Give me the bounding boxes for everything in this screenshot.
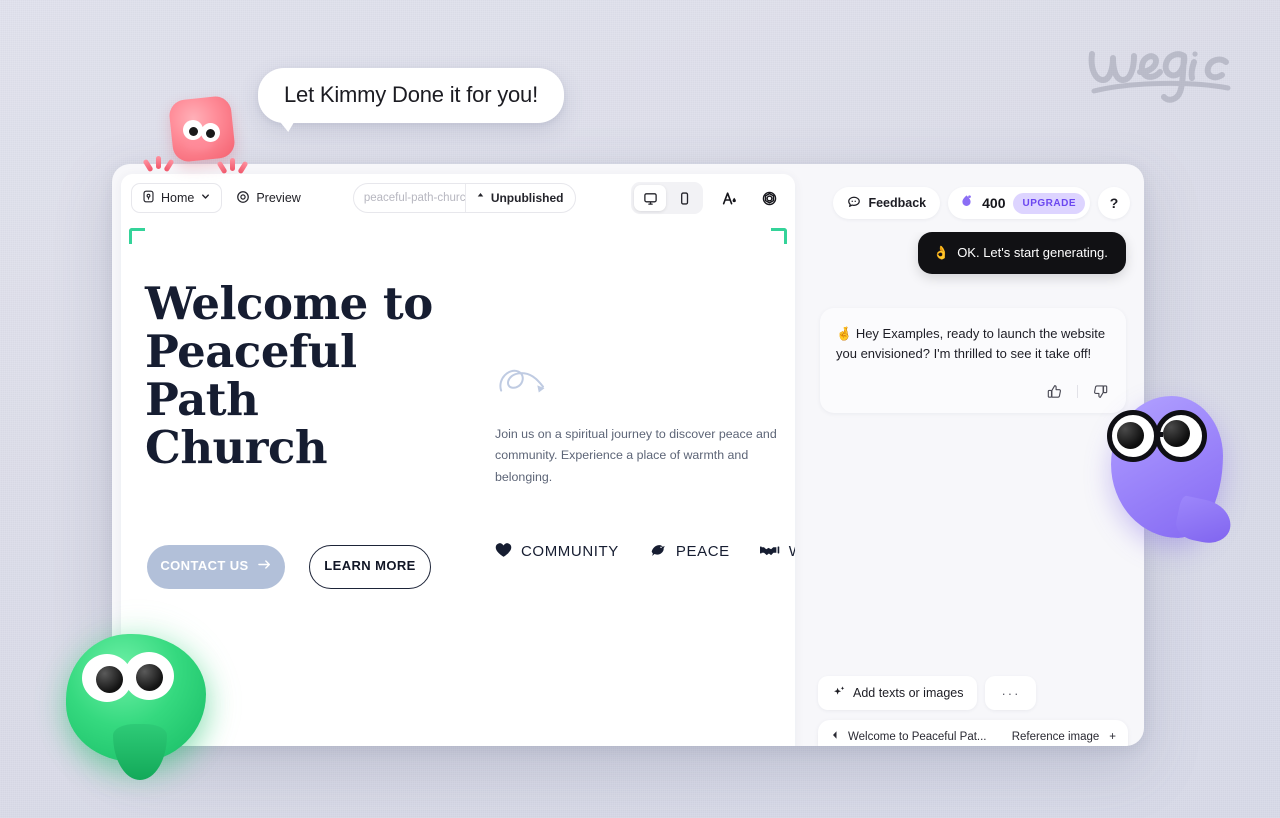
user-message: 👌 OK. Let's start generating. [918, 232, 1126, 274]
chat-header: Feedback 400 UPGRADE ? [808, 174, 1138, 232]
handshake-icon [759, 543, 780, 561]
more-actions-button[interactable]: ··· [985, 676, 1037, 710]
page-icon [142, 190, 155, 206]
quick-actions-row: Add texts or images ··· [818, 676, 1128, 710]
page-title-line-2: Peaceful [145, 325, 357, 379]
selection-corner-top-left [129, 228, 145, 244]
glasses-bridge [1155, 432, 1163, 437]
composer-context-bar: Welcome to Peaceful Pat... Reference ima… [818, 720, 1128, 746]
feature-item: PEACE [649, 542, 730, 562]
rating-row [836, 382, 1110, 403]
page-title-line-1: Welcome to [145, 277, 433, 330]
device-toggle-group [631, 182, 703, 214]
upgrade-button[interactable]: UPGRADE [1013, 192, 1085, 214]
purple-blob-tail [1173, 494, 1235, 548]
speech-bubble: Let Kimmy Done it for you! [258, 68, 565, 132]
app-window: Home Preview peaceful-path-church Unpubl… [112, 164, 1144, 746]
message-emoji: 👌 [933, 245, 950, 260]
kimmy-pupil-left [189, 127, 198, 136]
assistant-message-emoji: 🤞 [836, 325, 853, 341]
help-button[interactable]: ? [1098, 187, 1130, 219]
selection-corner-top-right [771, 228, 787, 244]
home-dropdown-button[interactable]: Home [131, 183, 223, 213]
contact-us-button[interactable]: CONTACT US [147, 544, 285, 589]
curved-arrow-doodle [495, 362, 553, 402]
speech-bubble-tail [272, 112, 300, 132]
glasses-icon [1107, 410, 1225, 462]
purple-blob-mascot [1105, 392, 1235, 548]
reference-image-control[interactable]: Reference image + [1012, 731, 1116, 743]
contact-us-label: CONTACT US [160, 558, 249, 574]
eye-icon [236, 190, 250, 207]
context-title: Welcome to Peaceful Pat... [848, 730, 987, 743]
feature-label: PEACE [675, 543, 730, 561]
arrow-right-icon [257, 558, 272, 575]
chat-footer: Add texts or images ··· Welcome to Peace… [808, 676, 1138, 746]
rating-divider [1077, 384, 1078, 398]
feature-row: COMMUNITY PEACE [495, 542, 795, 562]
feature-item: WE [759, 543, 795, 561]
feature-item: COMMUNITY [495, 542, 619, 562]
page-subtitle: Join us on a spiritual journey to discov… [495, 427, 777, 484]
hero-section: Welcome to Peaceful Path Church CONTACT … [121, 222, 795, 589]
desktop-view-button[interactable] [634, 185, 666, 211]
home-label: Home [161, 191, 195, 205]
green-blob-mascot [36, 606, 240, 800]
hero-left-column: Welcome to Peaceful Path Church CONTACT … [145, 277, 473, 589]
chat-pane: Feedback 400 UPGRADE ? 👌 OK. Let's start… [808, 174, 1138, 746]
credits-chip[interactable]: 400 UPGRADE [948, 187, 1090, 219]
add-texts-or-images-button[interactable]: Add texts or images [818, 676, 978, 710]
learn-more-label: LEARN MORE [324, 558, 416, 574]
hero-right-column: Join us on a spiritual journey to discov… [495, 280, 795, 589]
dove-icon [649, 542, 667, 562]
kimmy-pupil-right [206, 129, 215, 138]
page-title: Welcome to Peaceful Path Church [145, 277, 473, 475]
site-url-text: peaceful-path-church [354, 184, 466, 212]
cloud-icon [475, 191, 486, 205]
chat-bubble-icon [847, 195, 861, 212]
speech-bubble-text: Let Kimmy Done it for you! [284, 82, 539, 107]
page-title-line-4: Church [145, 421, 328, 475]
assistant-message-body: Hey Examples, ready to launch the websit… [836, 325, 1106, 361]
chevron-down-icon [200, 191, 211, 205]
page-title-line-3: Path [145, 373, 259, 427]
feedback-button[interactable]: Feedback [833, 187, 941, 219]
message-composer: Welcome to Peaceful Pat... Reference ima… [818, 720, 1128, 746]
wegic-logo [1080, 36, 1250, 106]
preview-label: Preview [256, 191, 301, 205]
chat-message-list: 👌 OK. Let's start generating. 🤞 Hey Exam… [808, 232, 1138, 676]
reference-image-label: Reference image [1011, 730, 1100, 743]
hero-buttons: CONTACT US LEARN MORE [145, 544, 473, 589]
publish-status[interactable]: Unpublished [466, 191, 576, 205]
green-blob-pupil-right [136, 664, 163, 691]
credits-count: 400 [982, 195, 1006, 211]
add-reference-icon[interactable]: + [1109, 731, 1116, 743]
add-texts-label: Add texts or images [853, 686, 964, 700]
thumbs-up-icon[interactable] [1045, 382, 1064, 401]
heart-icon [495, 542, 512, 562]
purple-blob-pupil-right [1163, 420, 1190, 447]
mobile-view-button[interactable] [668, 185, 700, 211]
typography-button[interactable] [715, 184, 743, 212]
settings-button[interactable] [755, 184, 783, 212]
sparkle-icon [832, 685, 846, 702]
learn-more-button[interactable]: LEARN MORE [309, 544, 431, 589]
feature-label: COMMUNITY [521, 543, 619, 561]
green-blob-pupil-left [96, 666, 123, 693]
publish-status-label: Unpublished [490, 191, 564, 205]
context-collapse-icon[interactable] [830, 730, 840, 743]
site-url-pill[interactable]: peaceful-path-church Unpublished [352, 183, 577, 213]
feedback-label: Feedback [868, 196, 927, 210]
purple-blob-pupil-left [1117, 422, 1144, 449]
kimmy-mascot-top [142, 94, 253, 176]
assistant-message: 🤞 Hey Examples, ready to launch the webs… [820, 307, 1126, 413]
preview-button[interactable]: Preview [228, 183, 308, 213]
editor-toolbar: Home Preview peaceful-path-church Unpubl… [121, 174, 795, 222]
credit-token-icon [959, 194, 974, 213]
feature-label: WE [789, 543, 795, 560]
assistant-message-text: 🤞 Hey Examples, ready to launch the webs… [836, 324, 1110, 364]
user-message-text: OK. Let's start generating. [957, 245, 1108, 260]
